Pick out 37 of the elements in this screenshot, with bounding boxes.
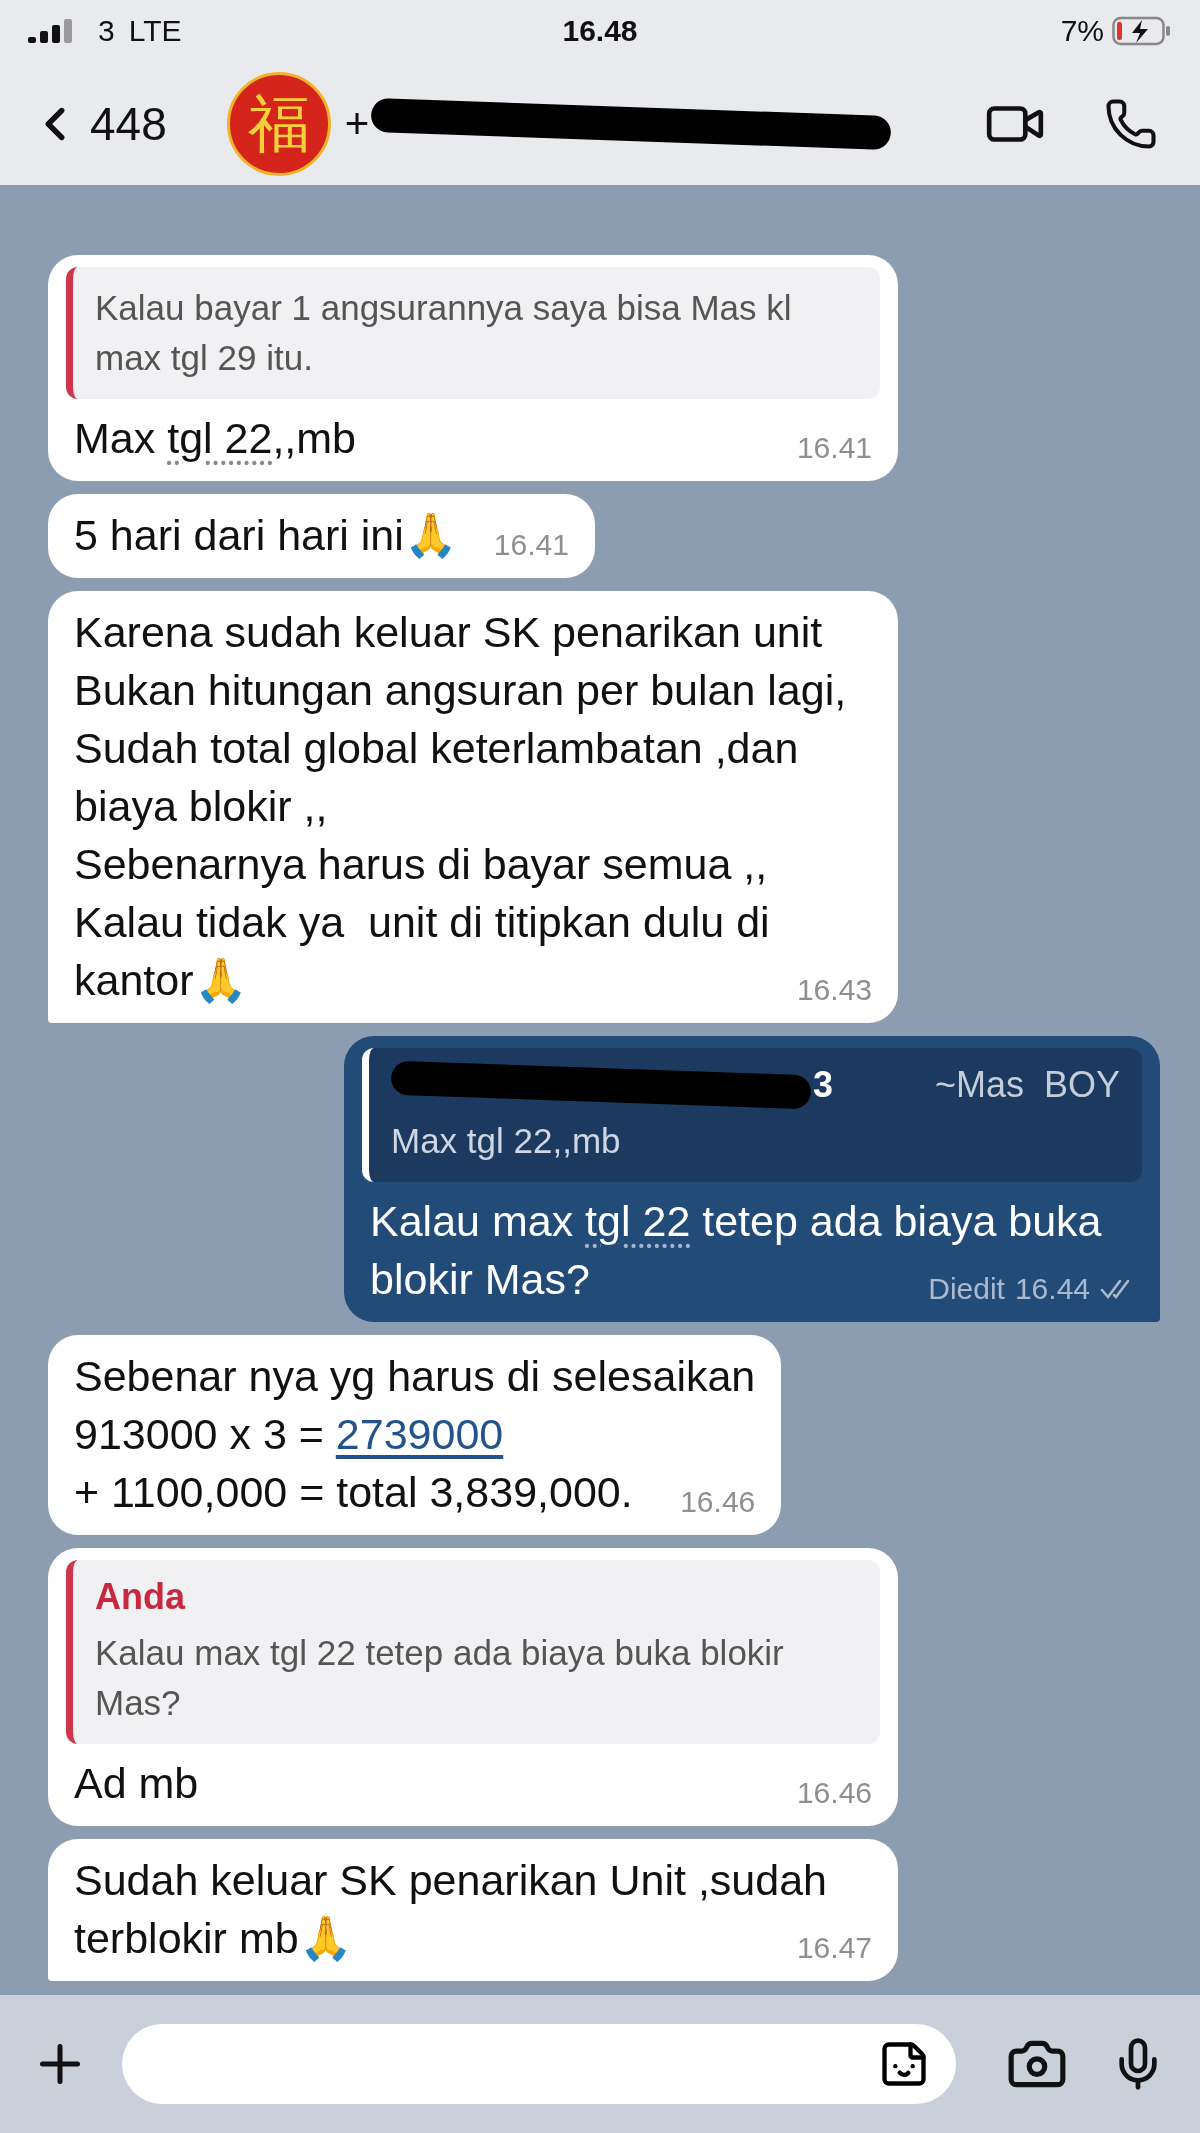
message-text: Sebenar nya yg harus di selesaikan 913000 x 3 = 2739000 + 1100,000 = total 3,839,000. 16.46 <box>74 1351 756 1521</box>
quote-text: Kalau max tgl 22 tetep ada biaya buka blokir Mas? <box>95 1632 785 1724</box>
edited-label: Diedit <box>928 1272 1005 1306</box>
message-time: 16.41 <box>493 528 569 562</box>
message-text: Kalau max tgl 22 tetep ada biaya buka blokir Mas? Diedit 16.44 <box>370 1192 1134 1308</box>
incoming-message-bubble[interactable]: 5 hari dari hari ini🙏 16.41 <box>48 494 595 578</box>
contact-name: + <box>344 99 370 148</box>
message-time: 16.46 <box>680 1485 756 1519</box>
network-type: LTE <box>128 14 182 48</box>
quoted-message[interactable]: Anda Kalau max tgl 22 tetep ada biaya buka blokir Mas? <box>66 1560 880 1744</box>
quote-text: Max tgl 22,,mb <box>391 1120 622 1162</box>
message-text: Max tgl 22,,mb 16.41 <box>74 413 872 467</box>
message-text: Sudah keluar SK penarikan Unit ,sudah terblokir mb🙏 16.47 <box>74 1855 872 1967</box>
quoted-message[interactable]: Kalau bayar 1 angsurannya saya bisa Mas kl max tgl 29 itu. <box>66 267 880 399</box>
quote-sender: Anda <box>95 1576 185 1618</box>
quote-text: Kalau bayar 1 angsurannya saya bisa Mas kl max tgl 29 itu. <box>95 287 793 379</box>
quoted-message[interactable]: 3 ~Mas BOY Max tgl 22,,mb <box>362 1048 1142 1182</box>
message-text: Ad mb 16.46 <box>74 1758 872 1812</box>
number-link[interactable]: 2739000 <box>335 1410 504 1458</box>
quote-sender: 3 <box>813 1064 834 1106</box>
message-text: Karena sudah keluar SK penarikan unit Bukan hitungan angsuran per bulan lagi, Sudah total global keterlambatan ,dan biaya blokir ,, Sebenarnya harus di bayar semua ,, Kalau tidak ya unit di titipkan dulu di kantor🙏 16.43 <box>74 607 872 1009</box>
message-time: 16.41 <box>796 431 872 465</box>
incoming-message-bubble[interactable]: Kalau bayar 1 angsurannya saya bisa Mas kl max tgl 29 itu. Max tgl 22,,mb 16.41 <box>48 255 898 481</box>
quote-sender-note: ~Mas BOY <box>934 1064 1120 1106</box>
back-button[interactable]: 448 <box>28 96 167 151</box>
message-time: 16.43 <box>796 973 872 1007</box>
message-time: 16.46 <box>796 1776 872 1810</box>
clock-time: 16.48 <box>562 14 638 48</box>
carrier-name: 3 <box>98 14 115 48</box>
message-time: 16.47 <box>796 1931 872 1965</box>
message-text: 5 hari dari hari ini🙏 16.41 <box>74 510 569 564</box>
message-time: 16.44 <box>1014 1272 1090 1306</box>
incoming-message-bubble[interactable]: Anda Kalau max tgl 22 tetep ada biaya buka blokir Mas? Ad mb 16.46 <box>48 1548 898 1826</box>
outgoing-message-bubble[interactable]: 3 ~Mas BOY Max tgl 22,,mb Kalau max tgl 22 tetep ada biaya buka blokir Mas? Diedit 16.44 <box>344 1036 1160 1322</box>
incoming-message-bubble[interactable]: Sebenar nya yg harus di selesaikan 913000 x 3 = 2739000 + 1100,000 = total 3,839,000. 16.46 <box>48 1335 782 1535</box>
battery-percent: 7% <box>1060 14 1104 48</box>
incoming-message-bubble[interactable]: Sudah keluar SK penarikan Unit ,sudah terblokir mb🙏 16.47 <box>48 1839 898 1981</box>
